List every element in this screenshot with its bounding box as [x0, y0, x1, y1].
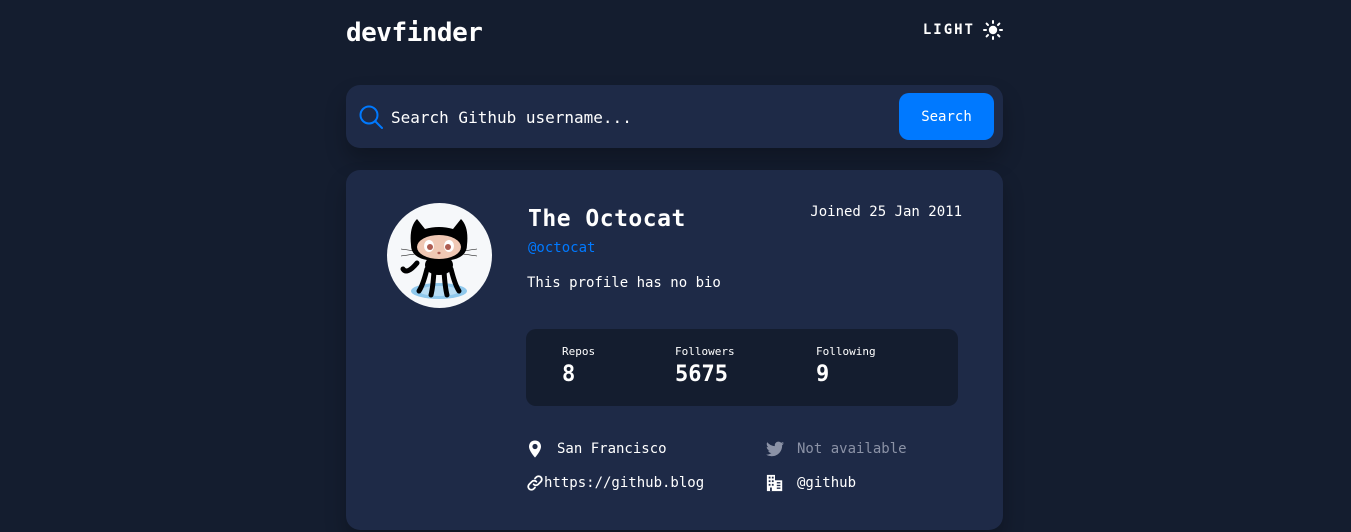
company-row: @github: [766, 472, 856, 494]
profile-name: The Octocat: [528, 206, 686, 232]
blog-link[interactable]: https://github.blog: [544, 475, 704, 491]
joined-date: Joined 25 Jan 2011: [810, 204, 962, 220]
stats-panel: Repos 8 Followers 5675 Following 9: [526, 329, 958, 406]
stat-value: 8: [562, 362, 576, 387]
stat-following: Following 9: [816, 345, 876, 387]
twitter-icon: [766, 441, 784, 457]
stat-label: Repos: [562, 345, 596, 358]
search-bar: Search: [346, 85, 1003, 148]
company-building-icon: [766, 474, 783, 492]
location-pin-icon: [529, 440, 541, 458]
search-input[interactable]: [391, 102, 891, 132]
stat-value: 9: [816, 362, 830, 387]
search-button[interactable]: Search: [899, 93, 994, 140]
blog-row: https://github.blog: [526, 472, 704, 494]
location-row: San Francisco: [526, 438, 667, 460]
twitter-text: Not available: [797, 441, 907, 457]
company-text[interactable]: @github: [797, 475, 856, 491]
theme-toggle-label[interactable]: LIGHT: [923, 22, 975, 38]
stat-label: Followers: [675, 345, 735, 358]
stat-repos: Repos 8: [562, 345, 595, 387]
stat-value: 5675: [675, 362, 728, 387]
header: devfinder LIGHT: [346, 16, 1003, 50]
location-text: San Francisco: [557, 441, 667, 457]
profile-card: The Octocat Joined 25 Jan 2011 @octocat …: [346, 170, 1003, 530]
profile-login-link[interactable]: @octocat: [528, 240, 595, 256]
profile-bio: This profile has no bio: [527, 275, 721, 291]
app-logo: devfinder: [346, 18, 483, 48]
stat-followers: Followers 5675: [675, 345, 735, 387]
twitter-row: Not available: [766, 438, 907, 460]
sun-icon[interactable]: [983, 20, 1003, 40]
theme-toggle[interactable]: LIGHT: [923, 20, 1003, 40]
octocat-avatar: [387, 203, 492, 308]
stat-label: Following: [816, 345, 876, 358]
search-icon: [359, 105, 383, 129]
link-icon: [527, 475, 543, 491]
